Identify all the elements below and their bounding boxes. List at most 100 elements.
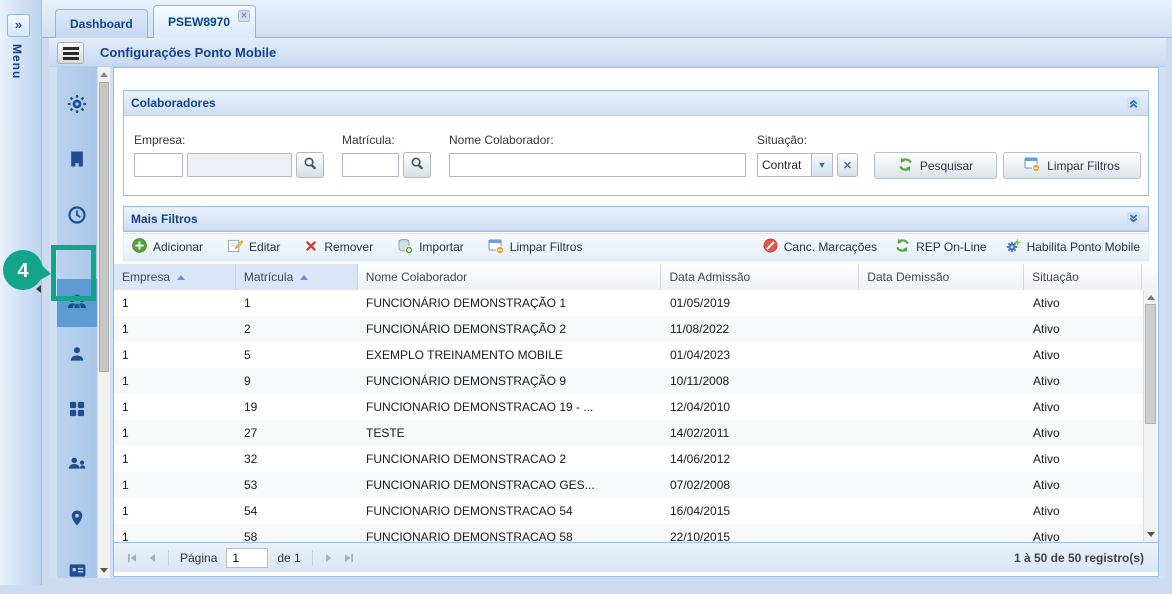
- table-cell: FUNCIONARIO DEMONSTRACAO 58: [358, 524, 662, 542]
- table-cell: Ativo: [1025, 446, 1143, 472]
- table-cell: 1: [114, 290, 236, 316]
- table-cell: 1: [114, 420, 236, 446]
- situacao-combo-input[interactable]: [757, 153, 812, 177]
- table-row[interactable]: 15EXEMPLO TREINAMENTO MOBILE01/04/2023At…: [114, 342, 1143, 368]
- nome-colaborador-input[interactable]: [449, 153, 746, 177]
- sidebar-item-clock[interactable]: [57, 194, 97, 238]
- scrollbar-up-icon[interactable]: [100, 72, 108, 77]
- pesquisar-label: Pesquisar: [920, 159, 973, 173]
- table-row[interactable]: 11FUNCIONÁRIO DEMONSTRAÇÃO 101/05/2019At…: [114, 290, 1143, 316]
- table-cell: Ativo: [1025, 472, 1143, 498]
- table-cell: 14/02/2011: [662, 420, 860, 446]
- clock-icon: [67, 205, 87, 228]
- scrollbar-thumb[interactable]: [99, 82, 109, 372]
- table-row[interactable]: 119FUNCIONARIO DEMONSTRACAO 19 - ...12/0…: [114, 394, 1143, 420]
- scrollbar-down-icon[interactable]: [100, 568, 108, 573]
- table-cell: [860, 394, 1025, 420]
- tab-dashboard-label: Dashboard: [70, 17, 133, 31]
- splitter-collapse-arrow[interactable]: [36, 285, 41, 293]
- editar-button[interactable]: Editar: [227, 238, 280, 256]
- table-row[interactable]: 19FUNCIONÁRIO DEMONSTRAÇÃO 910/11/2008At…: [114, 368, 1143, 394]
- pesquisar-button[interactable]: Pesquisar: [874, 152, 997, 179]
- title-bar: Configurações Ponto Mobile: [49, 38, 1166, 67]
- expand-panel-icon[interactable]: [1125, 211, 1141, 227]
- habilita-ponto-mobile-button[interactable]: Habilita Ponto Mobile: [1005, 238, 1140, 257]
- table-row[interactable]: 132FUNCIONARIO DEMONSTRACAO 214/06/2012A…: [114, 446, 1143, 472]
- matricula-input[interactable]: [342, 153, 399, 177]
- table-cell: FUNCIONARIO DEMONSTRACAO GES...: [358, 472, 662, 498]
- mais-filtros-header[interactable]: Mais Filtros: [124, 207, 1148, 231]
- rep-online-button[interactable]: REP On-Line: [895, 238, 986, 256]
- mais-filtros-title: Mais Filtros: [131, 212, 1125, 226]
- sidebar-item-company[interactable]: [57, 138, 97, 182]
- habilita-ponto-mobile-label: Habilita Ponto Mobile: [1027, 240, 1140, 254]
- sidebar-item-settings[interactable]: [57, 83, 97, 127]
- sidebar-item-modules[interactable]: [57, 388, 97, 432]
- pagination-bar: Página de 1 1 à 50 de 50 registro(s): [114, 542, 1158, 572]
- table-row[interactable]: 154FUNCIONARIO DEMONSTRACAO 5416/04/2015…: [114, 498, 1143, 524]
- next-page-icon[interactable]: [319, 548, 339, 568]
- sidebar-scrollbar[interactable]: [97, 67, 110, 578]
- sidebar-item-team[interactable]: [57, 443, 97, 487]
- column-header-data-admissao[interactable]: Data Admissão: [661, 264, 859, 290]
- tab-dashboard[interactable]: Dashboard: [55, 9, 148, 38]
- tab-close-icon[interactable]: ✕: [238, 10, 250, 22]
- table-cell: 14/06/2012: [662, 446, 860, 472]
- sidebar-item-user[interactable]: [57, 333, 97, 377]
- scrollbar-thumb[interactable]: [1145, 304, 1156, 424]
- empresa-search-button[interactable]: [296, 152, 324, 178]
- scrollbar-down-icon[interactable]: [1147, 532, 1155, 537]
- table-row[interactable]: 12FUNCIONÁRIO DEMONSTRAÇÃO 211/08/2022At…: [114, 316, 1143, 342]
- rep-online-label: REP On-Line: [916, 240, 986, 254]
- table-row[interactable]: 153FUNCIONARIO DEMONSTRACAO GES...07/02/…: [114, 472, 1143, 498]
- collapse-panel-icon[interactable]: [1125, 95, 1141, 111]
- empresa-label: Empresa:: [134, 133, 185, 147]
- limpar-filtros-button[interactable]: Limpar Filtros: [1003, 152, 1141, 179]
- menu-vertical-label[interactable]: Menu: [10, 44, 24, 79]
- empresa-code-input[interactable]: [134, 153, 183, 177]
- table-cell: FUNCIONÁRIO DEMONSTRAÇÃO 1: [358, 290, 662, 316]
- page-label: Página: [180, 551, 217, 565]
- adicionar-label: Adicionar: [153, 240, 203, 254]
- column-header-situacao[interactable]: Situação: [1024, 264, 1142, 290]
- matricula-search-button[interactable]: [403, 152, 431, 178]
- scrollbar-up-icon[interactable]: [1147, 295, 1155, 300]
- first-page-icon[interactable]: [122, 548, 142, 568]
- page-number-input[interactable]: [226, 548, 268, 568]
- grid-scrollbar[interactable]: [1143, 290, 1157, 542]
- column-header-matricula[interactable]: Matrícula: [236, 264, 358, 290]
- column-label: Data Demissão: [867, 270, 949, 284]
- sort-asc-icon: [300, 275, 308, 280]
- column-header-empresa[interactable]: Empresa: [114, 264, 236, 290]
- colaboradores-header: Colaboradores: [124, 91, 1148, 116]
- sidebar-item-employees[interactable]: [57, 279, 97, 327]
- column-label: Nome Colaborador: [366, 270, 467, 284]
- column-header-data-demissao[interactable]: Data Demissão: [859, 264, 1024, 290]
- column-header-nome[interactable]: Nome Colaborador: [358, 264, 662, 290]
- importar-button[interactable]: Importar: [397, 238, 464, 257]
- table-cell: 1: [114, 368, 236, 394]
- situacao-clear-button[interactable]: ✕: [837, 153, 858, 177]
- cancelar-marcacoes-button[interactable]: Canc. Marcações: [763, 238, 877, 256]
- table-cell: 11/08/2022: [662, 316, 860, 342]
- adicionar-button[interactable]: Adicionar: [132, 238, 203, 256]
- table-cell: 19: [236, 394, 358, 420]
- table-cell: Ativo: [1025, 524, 1143, 542]
- table-cell: 22/10/2015: [662, 524, 860, 542]
- table-cell: 01/04/2023: [662, 342, 860, 368]
- toolbar-limpar-filtros-button[interactable]: Limpar Filtros: [488, 238, 583, 257]
- sidebar-item-timecard[interactable]: [57, 550, 97, 594]
- tab-psew8970[interactable]: PSEW8970 ✕: [153, 5, 256, 38]
- table-row[interactable]: 127TESTE14/02/2011Ativo: [114, 420, 1143, 446]
- remover-button[interactable]: Remover: [304, 239, 373, 256]
- expand-menu-button[interactable]: »: [7, 14, 30, 37]
- empresa-name-input[interactable]: [187, 153, 292, 177]
- remove-icon: [304, 239, 318, 256]
- sidebar-item-location[interactable]: [57, 497, 97, 541]
- table-row[interactable]: 158FUNCIONARIO DEMONSTRACAO 5822/10/2015…: [114, 524, 1143, 542]
- prev-page-icon[interactable]: [142, 548, 162, 568]
- clear-filter-icon: [1024, 156, 1040, 175]
- situacao-dropdown-icon[interactable]: ▼: [812, 153, 833, 177]
- hamburger-menu-button[interactable]: [57, 42, 84, 64]
- last-page-icon[interactable]: [339, 548, 359, 568]
